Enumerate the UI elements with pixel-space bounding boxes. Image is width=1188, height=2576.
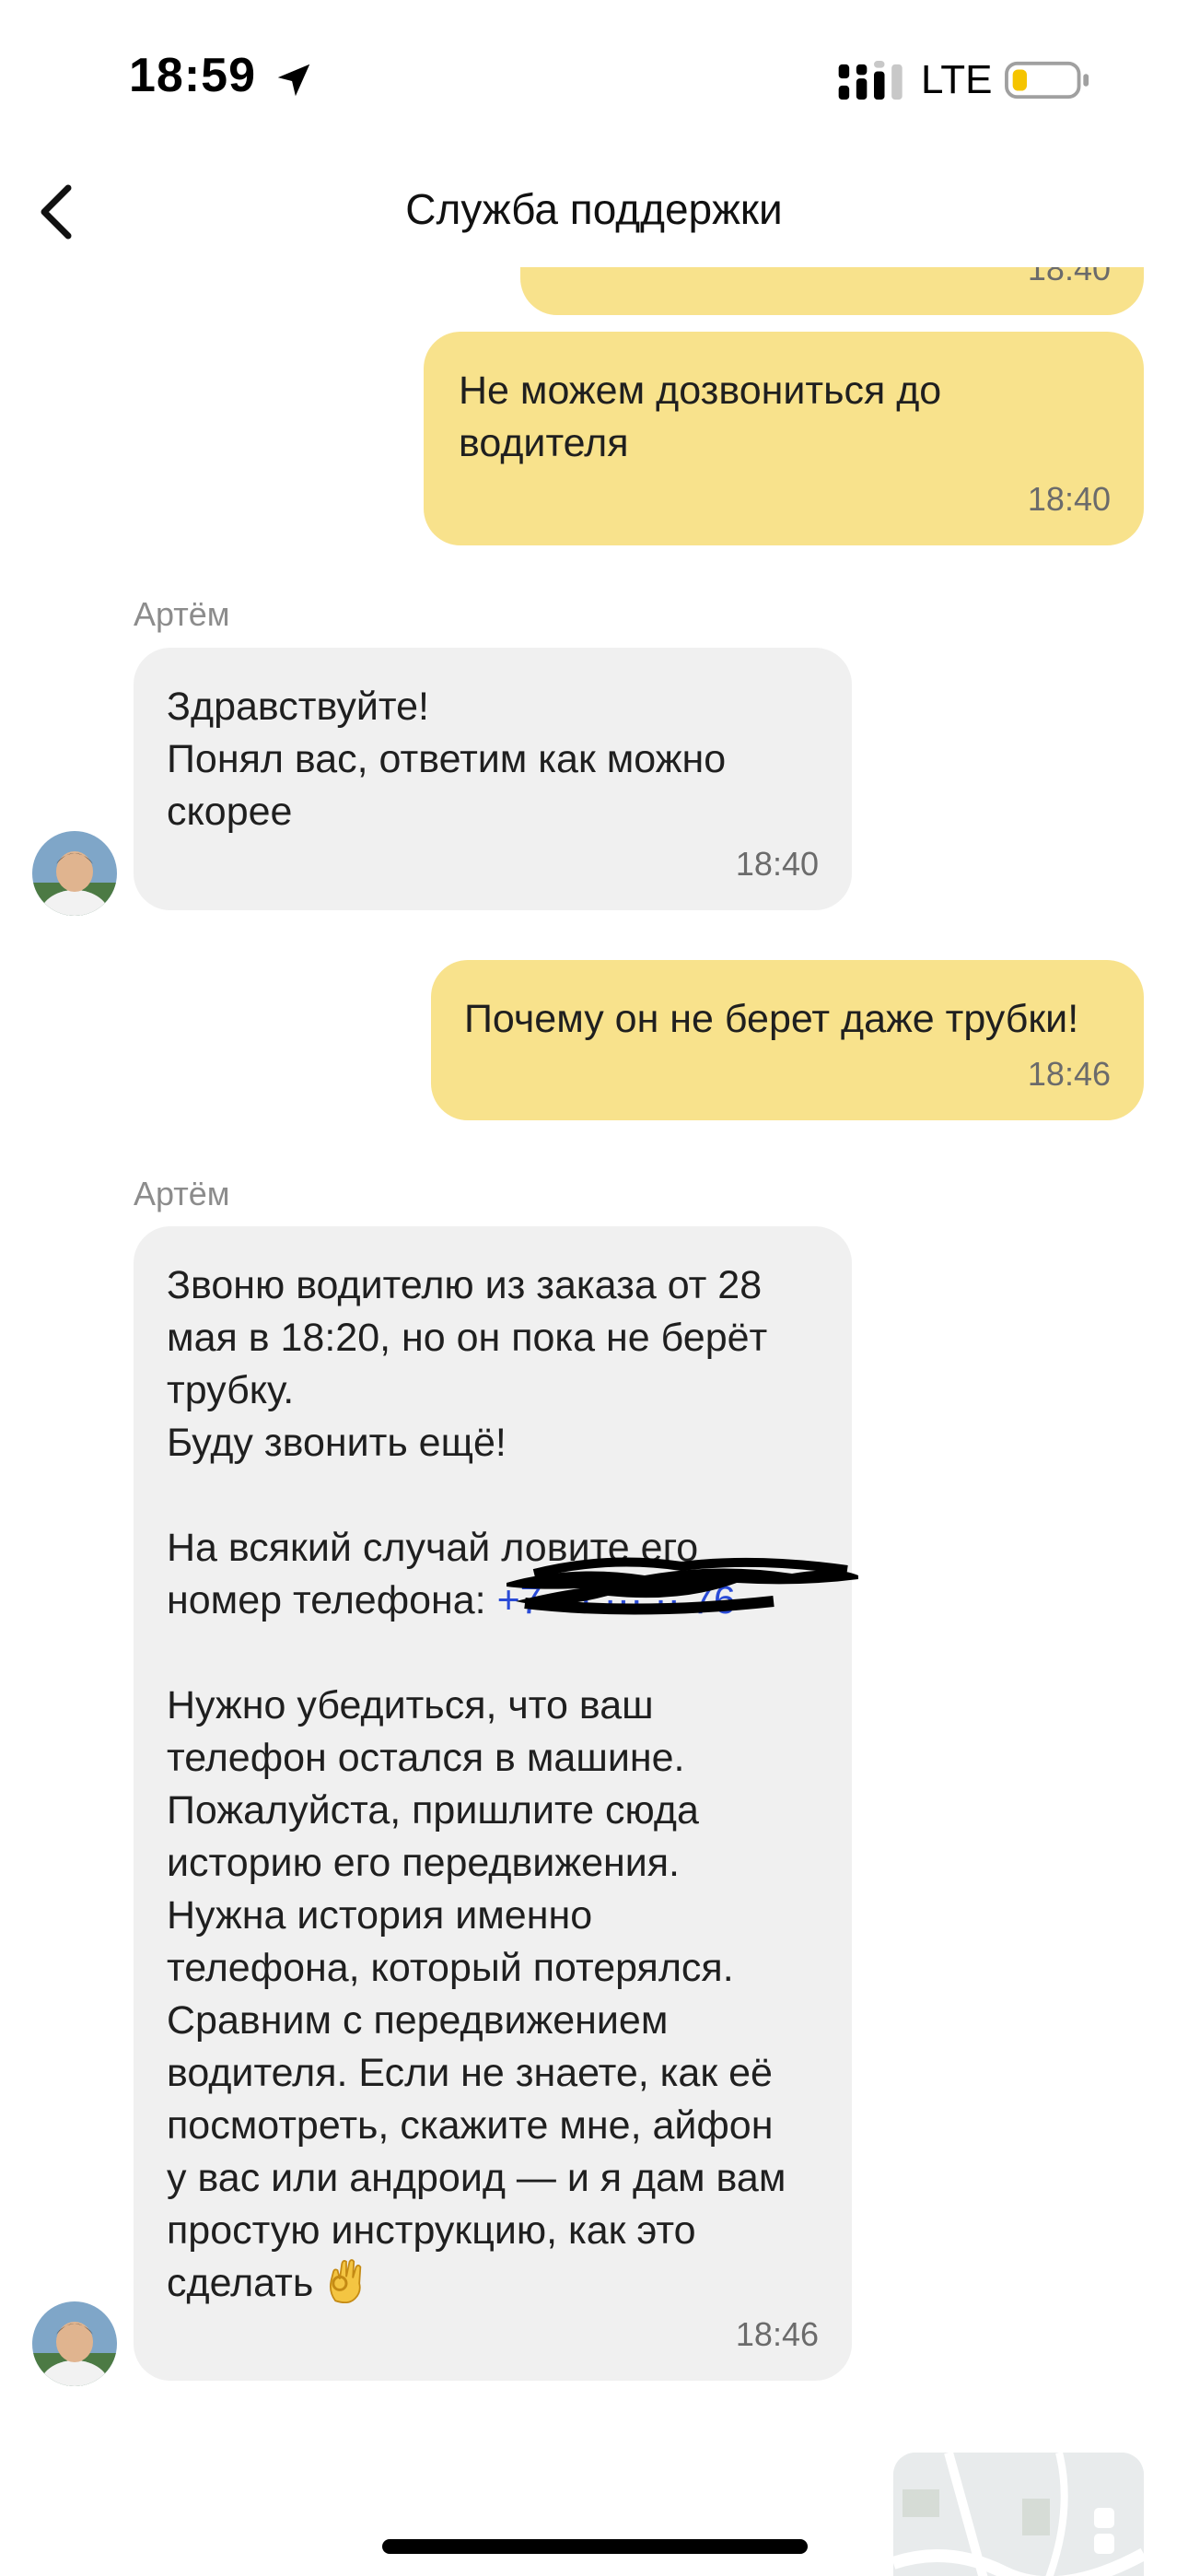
chat-thread[interactable]: 18:40 Не можем дозвониться до водителя 1…: [0, 267, 1188, 2576]
ok-hand-emoji: [330, 2259, 362, 2304]
avatar-photo: [32, 831, 117, 916]
message-bubble-incoming[interactable]: Здравствуйте! Понял вас, ответим как мож…: [134, 648, 852, 910]
message-time: 18:46: [1027, 1055, 1111, 1093]
message-text: Почему он не берет даже трубки!: [464, 997, 1079, 1041]
message-bubble-outgoing[interactable]: Не можем дозвониться до водителя 18:40: [424, 332, 1144, 545]
message-time: 18:46: [735, 2315, 819, 2353]
message-bubble-outgoing[interactable]: Почему он не берет даже трубки! 18:46: [431, 960, 1144, 1120]
phone-link[interactable]: +7 ··· ··· ·· 76: [497, 1578, 736, 1622]
avatar-photo: [32, 2301, 117, 2386]
network-label: LTE: [921, 57, 993, 102]
status-time: 18:59: [129, 49, 256, 102]
avatar[interactable]: [32, 831, 117, 916]
status-bar: 18:59 LTE: [0, 0, 1188, 157]
signal-icon: [838, 61, 903, 100]
sender-name: Артём: [134, 595, 230, 633]
nav-header: Служба поддержки: [0, 157, 1188, 267]
avatar[interactable]: [32, 2301, 117, 2386]
battery-icon: [1005, 61, 1089, 100]
message-time: 18:40: [735, 845, 819, 883]
sender-name: Артём: [134, 1175, 230, 1212]
home-indicator[interactable]: [382, 2539, 808, 2554]
message-text-part: Звоню водителю из заказа от 28 мая в 18:…: [167, 1263, 768, 1622]
message-time: 18:40: [1027, 480, 1111, 518]
message-bubble-outgoing[interactable]: 18:40: [520, 267, 1144, 315]
message-bubble-incoming[interactable]: Звоню водителю из заказа от 28 мая в 18:…: [134, 1226, 852, 2381]
message-text-part: Нужно убедиться, что ваш телефон остался…: [167, 1683, 786, 2305]
message-text: Здравствуйте! Понял вас, ответим как мож…: [167, 685, 727, 834]
message-time: 18:40: [1027, 267, 1111, 287]
message-text: Не можем дозвониться до водителя: [459, 369, 942, 465]
message-text: Звоню водителю из заказа от 28 мая в 18:…: [167, 1259, 819, 2310]
location-arrow-icon: [277, 64, 310, 97]
map-screenshot-image: [893, 2453, 1144, 2576]
page-title: Служба поддержки: [405, 185, 783, 233]
map-screenshot-thumbnail[interactable]: [893, 2453, 1144, 2576]
